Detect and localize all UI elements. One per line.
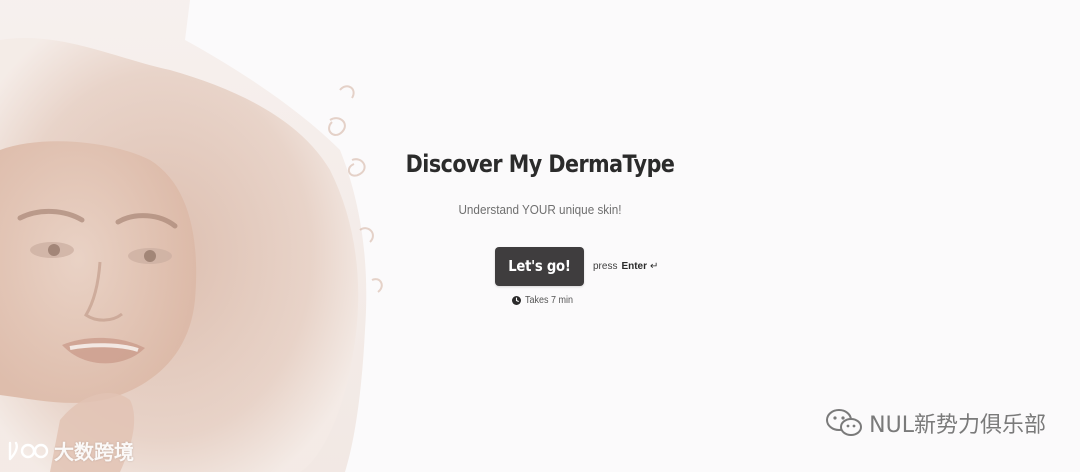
- press-enter-hint: press Enter ↵: [593, 261, 658, 272]
- watermark-logo-icon: [6, 439, 50, 463]
- cta-row: Let's go! press Enter ↵: [495, 246, 658, 286]
- page-title: Discover My DermaType: [405, 150, 675, 178]
- intro-panel: Discover My DermaType Understand YOUR un…: [380, 150, 700, 306]
- wechat-icon: [825, 408, 863, 438]
- press-hint-prefix: press: [593, 260, 618, 272]
- press-hint-key: Enter: [621, 260, 648, 272]
- watermark-left: 大数跨境: [6, 436, 134, 465]
- lets-go-button[interactable]: Let's go!: [495, 246, 584, 286]
- watermark-right: NUL新势力俱乐部: [825, 407, 1046, 439]
- clock-icon: [512, 296, 521, 305]
- enter-key-icon: ↵: [650, 260, 659, 272]
- page-subtitle: Understand YOUR unique skin!: [458, 202, 622, 217]
- lets-go-button-label: Let's go!: [508, 257, 571, 275]
- watermark-right-text: NUL新势力俱乐部: [869, 413, 1046, 438]
- watermark-left-text: 大数跨境: [54, 440, 134, 464]
- hero-portrait-image: [0, 0, 400, 472]
- duration-text: Takes 7 min: [525, 295, 574, 306]
- quiz-landing-page: Discover My DermaType Understand YOUR un…: [0, 0, 1080, 472]
- duration-info: Takes 7 min: [512, 295, 578, 306]
